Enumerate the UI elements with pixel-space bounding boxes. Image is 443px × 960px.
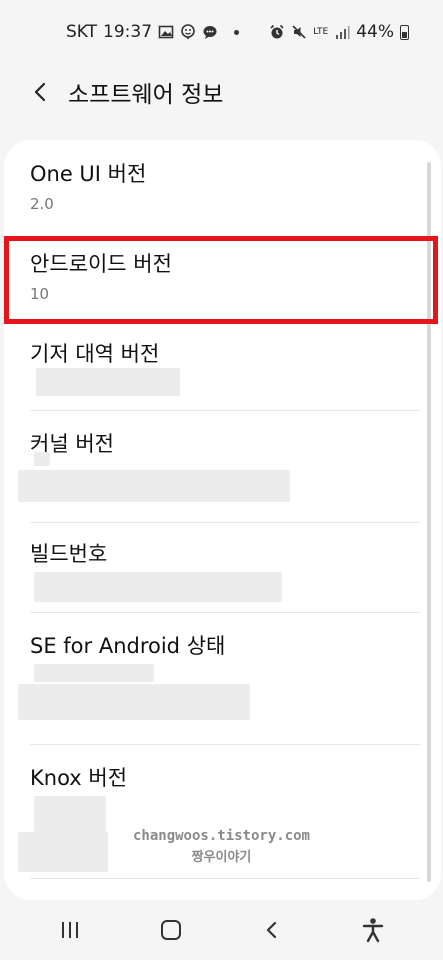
- nav-back-button[interactable]: [248, 906, 296, 954]
- chevron-left-icon: [34, 82, 46, 102]
- watermark-url: changwoos.tistory.com: [132, 828, 310, 844]
- item-value: 2.0: [30, 195, 54, 213]
- list-item-one-ui-version[interactable]: One UI 버전 2.0: [4, 160, 441, 232]
- battery-percent: 44%: [356, 22, 394, 42]
- list-item-android-version[interactable]: 안드로이드 버전 10: [4, 250, 441, 322]
- item-title: Knox 버전: [30, 766, 128, 790]
- status-left: SKT 19:37: [66, 22, 240, 42]
- recent-apps-button[interactable]: [46, 906, 94, 954]
- mute-icon: [291, 24, 307, 40]
- recent-apps-icon: [62, 922, 79, 938]
- app-header: 소프트웨어 정보: [0, 64, 443, 120]
- item-title: SE for Android 상태: [30, 634, 226, 658]
- divider: [30, 612, 420, 613]
- carrier-label: SKT: [66, 22, 98, 42]
- item-title: 안드로이드 버전: [30, 252, 172, 276]
- back-button[interactable]: [22, 74, 58, 110]
- list-item-se-android-status[interactable]: SE for Android 상태: [4, 632, 441, 692]
- alarm-icon: [269, 24, 285, 40]
- item-title: 커널 버전: [30, 432, 114, 456]
- redacted-value: [34, 452, 50, 466]
- software-info-list: One UI 버전 2.0 안드로이드 버전 10 기저 대역 버전 커널 버전…: [4, 140, 441, 900]
- home-icon: [161, 920, 182, 940]
- divider: [30, 744, 420, 745]
- redacted-value: [18, 470, 290, 502]
- clock: 19:37: [103, 22, 153, 42]
- back-icon: [266, 921, 276, 939]
- item-title: 빌드번호: [30, 542, 108, 566]
- accessibility-button[interactable]: [349, 906, 397, 954]
- status-bar: SKT 19:37 LTE 44%: [0, 0, 443, 64]
- location-face-icon: [180, 24, 196, 40]
- item-title: 기저 대역 버전: [30, 342, 160, 366]
- divider: [30, 878, 420, 879]
- item-value: 10: [30, 285, 50, 303]
- notification-dot-icon: [234, 29, 240, 35]
- watermark: changwoos.tistory.com 짱우이야기: [0, 828, 443, 865]
- status-right: LTE 44%: [269, 22, 409, 42]
- divider: [30, 522, 420, 523]
- divider: [30, 410, 420, 411]
- navigation-bar: [0, 900, 443, 960]
- redacted-value: [18, 684, 250, 720]
- signal-icon: [334, 24, 350, 40]
- battery-icon: [400, 24, 409, 40]
- network-type: LTE: [313, 26, 329, 37]
- watermark-name: 짱우이야기: [191, 850, 252, 865]
- item-title: One UI 버전: [30, 162, 147, 186]
- accessibility-icon: [362, 918, 383, 943]
- home-button[interactable]: [147, 906, 195, 954]
- chat-icon: [202, 24, 218, 40]
- redacted-value: [34, 664, 154, 682]
- redacted-value: [34, 572, 282, 602]
- redacted-value: [36, 368, 180, 396]
- page-title: 소프트웨어 정보: [68, 82, 224, 108]
- gallery-icon: [158, 24, 174, 40]
- redacted-value: [34, 796, 106, 832]
